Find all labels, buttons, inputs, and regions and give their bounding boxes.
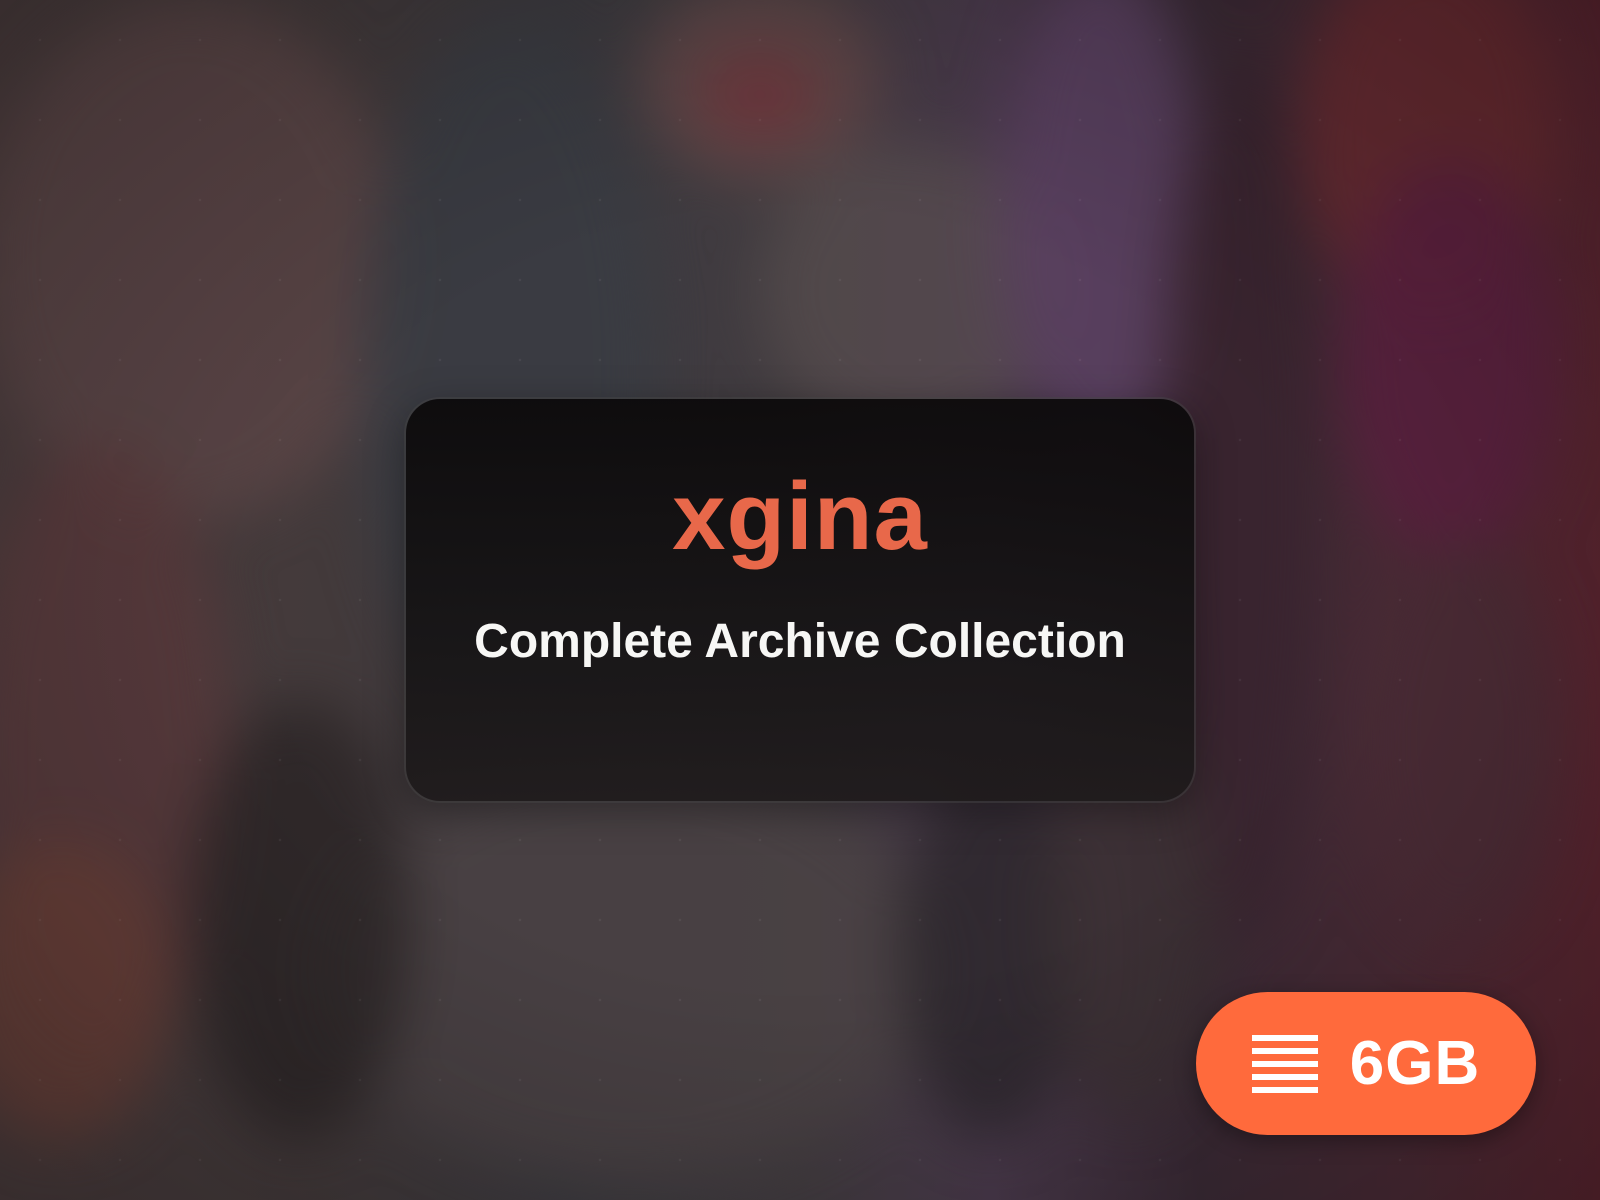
card-subtitle: Complete Archive Collection <box>474 615 1126 668</box>
title-card <box>406 399 1194 801</box>
size-badge-label: 6GB <box>1349 1028 1481 1098</box>
size-badge: 6GB <box>1196 992 1536 1135</box>
lines-icon <box>1251 1034 1318 1093</box>
card-title: xgina <box>672 463 928 570</box>
cover-stage: xgina Complete Archive Collection 6GB <box>0 0 1600 1200</box>
